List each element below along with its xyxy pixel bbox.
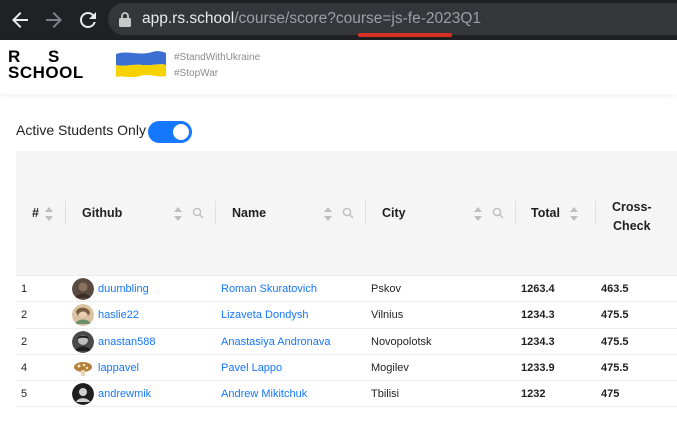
cell-github-link[interactable]: lappavel [98,362,139,374]
column-label-github: Github [82,206,123,220]
column-label-rank: # [32,206,39,220]
score-table: # Github Name City Total Cross- Check 1 … [16,151,677,408]
forward-arrow-icon[interactable] [42,8,66,32]
ukraine-flag-icon [116,51,166,78]
avatar [72,383,94,406]
column-label-city: City [382,206,406,220]
active-students-switch[interactable] [148,121,192,143]
cell-rank: 5 [21,388,28,401]
cell-city: Novopolotsk [371,335,432,348]
cell-city: Pskov [371,283,401,295]
cell-city: Vilnius [371,309,404,322]
table-row: 2 anastan588 Anastasiya Andronava Novopo… [16,329,677,355]
tag-stop-war: #StopWar [174,68,219,79]
cell-cross-check: 475 [601,388,620,401]
url-highlight-underline [358,33,452,37]
cell-github-link[interactable]: haslie22 [98,309,139,321]
cell-total: 1232 [521,388,546,401]
back-arrow-icon[interactable] [8,8,32,32]
column-label-total: Total [531,206,560,220]
column-header-name[interactable]: Name [216,151,366,276]
column-label-name: Name [232,206,267,220]
cell-rank: 2 [21,309,28,322]
cell-total: 1263.4 [521,283,555,295]
cell-name-link[interactable]: Lizaveta Dondysh [221,309,308,321]
cell-github-link[interactable]: anastan588 [98,336,156,348]
sort-icon[interactable] [173,206,183,222]
table-row: 4 lappavel Pavel Lappo Mogilev 1233.9 47… [16,355,677,382]
tag-stand-with-ukraine: #StandWithUkraine [174,52,261,63]
cell-city: Mogilev [371,361,409,374]
table-row: 2 haslie22 Lizaveta Dondysh Vilnius 1234… [16,302,677,329]
avatar [72,304,94,327]
column-header-cross-check[interactable]: Cross- Check [596,151,677,276]
cell-github-link[interactable]: andrewmik [98,388,151,400]
cell-name-link[interactable]: Roman Skuratovich [221,283,317,295]
table-row: 5 andrewmik Andrew Mikitchuk Tbilisi 123… [16,381,677,408]
column-label-cross-check-line1: Cross- [612,200,652,214]
search-filter-icon[interactable] [192,207,204,219]
sort-icon[interactable] [569,206,579,222]
search-filter-icon[interactable] [342,207,354,219]
site-header: RS SCHOOL #StandWithUkraine #StopWar [0,40,677,94]
cell-cross-check: 475.5 [601,335,629,348]
cell-city: Tbilisi [371,388,400,401]
cell-cross-check: 475.5 [601,309,629,322]
avatar [72,356,94,379]
avatar [72,278,94,300]
avatar [72,330,94,353]
search-filter-icon[interactable] [492,207,504,219]
cell-name-link[interactable]: Anastasiya Andronava [221,336,330,348]
column-header-rank[interactable]: # [16,151,66,276]
cell-cross-check: 475.5 [601,361,629,374]
cell-total: 1234.3 [521,309,555,322]
column-label-cross-check: Cross- Check [612,198,652,236]
browser-toolbar: app.rs.school/course/score?course=js-fe-… [0,0,677,40]
cell-total: 1233.9 [521,361,555,374]
cell-rank: 1 [21,283,28,295]
rs-school-logo[interactable]: RS SCHOOL [8,48,92,84]
sort-icon[interactable] [323,206,333,222]
table-header: # Github Name City Total Cross- Check [16,151,677,276]
url-path: /course/score?course=js-fe-2023Q1 [234,10,482,27]
cell-total: 1234.3 [521,335,555,348]
logo-school: SCHOOL [8,63,84,82]
hashtags: #StandWithUkraine #StopWar [174,50,260,82]
column-header-total[interactable]: Total [516,151,596,276]
table-body: 1 duumbling Roman Skuratovich Pskov 1263… [16,276,677,408]
column-label-cross-check-line2: Check [613,219,651,233]
switch-knob [173,124,189,140]
cell-name-link[interactable]: Pavel Lappo [221,362,282,374]
address-bar[interactable]: app.rs.school/course/score?course=js-fe-… [108,3,677,35]
cell-rank: 2 [21,335,28,348]
cell-github-link[interactable]: duumbling [98,283,149,295]
url-host: app.rs.school [142,10,235,27]
cell-rank: 4 [21,361,28,374]
sort-icon[interactable] [473,206,483,222]
reload-icon[interactable] [76,8,100,32]
cell-cross-check: 463.5 [601,283,629,295]
url-text[interactable]: app.rs.school/course/score?course=js-fe-… [142,9,481,29]
column-header-github[interactable]: Github [66,151,216,276]
table-row: 1 duumbling Roman Skuratovich Pskov 1263… [16,276,677,303]
sort-icon[interactable] [44,206,54,222]
lock-icon[interactable] [118,11,132,27]
column-header-city[interactable]: City [366,151,516,276]
active-students-label: Active Students Only [16,122,146,138]
cell-name-link[interactable]: Andrew Mikitchuk [221,388,307,400]
